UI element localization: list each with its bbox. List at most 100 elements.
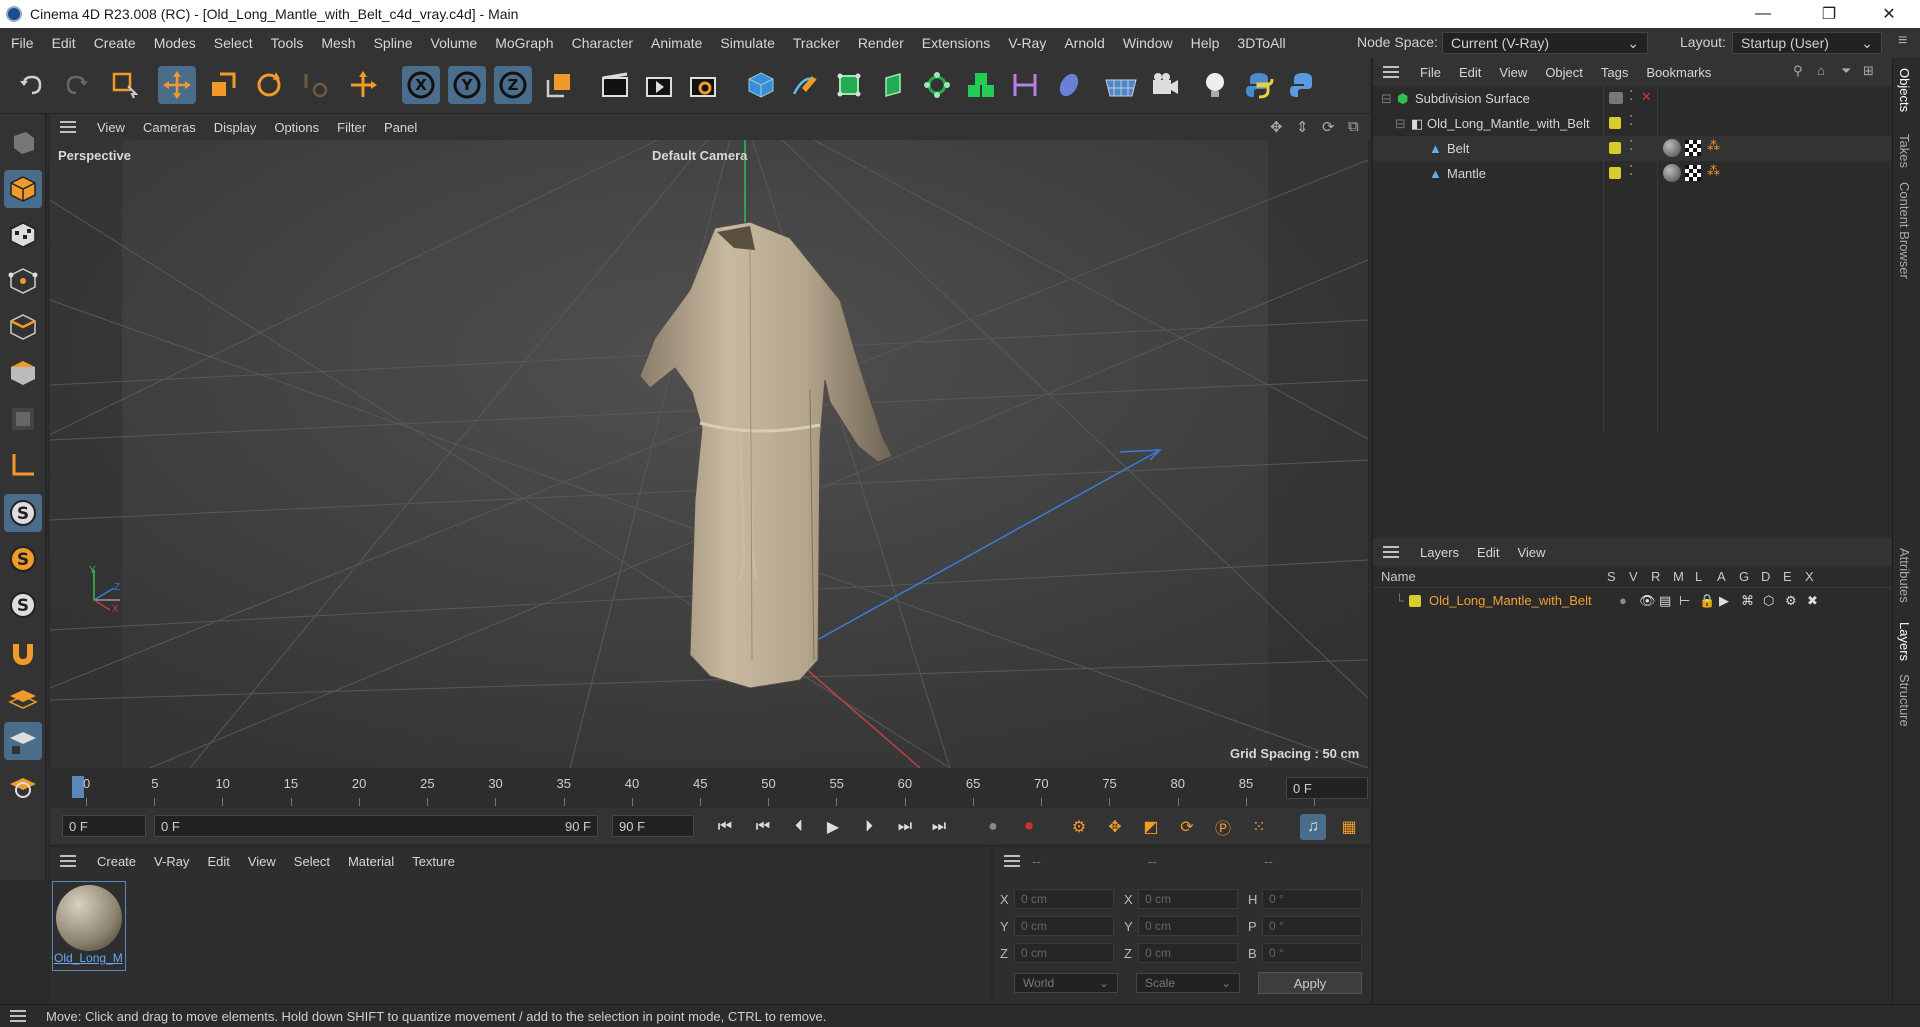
menu-edit[interactable]: Edit bbox=[43, 35, 85, 51]
apply-button[interactable]: Apply bbox=[1258, 972, 1362, 994]
live-selection-button[interactable] bbox=[106, 66, 144, 104]
menu-volume[interactable]: Volume bbox=[422, 35, 487, 51]
coordinate-mode-dropdown[interactable]: Scale ⌄ bbox=[1136, 973, 1240, 993]
uv-mode-button[interactable] bbox=[4, 400, 42, 438]
coordinates-menu-icon[interactable] bbox=[1004, 855, 1020, 867]
objects-menu-view[interactable]: View bbox=[1490, 65, 1536, 80]
3d-viewport[interactable]: Perspective Default Camera Grid Spacing … bbox=[50, 140, 1368, 768]
layer-color-swatch[interactable] bbox=[1609, 142, 1621, 154]
menu-help[interactable]: Help bbox=[1182, 35, 1229, 51]
tab-structure[interactable]: Structure bbox=[1897, 674, 1912, 727]
menu-3dtoall[interactable]: 3DToAll bbox=[1228, 35, 1294, 51]
transform-tool-button[interactable] bbox=[344, 66, 382, 104]
layer-row[interactable]: └ Old_Long_Mantle_with_Belt ● 👁 ▤ ⊢ 🔒 ▶ … bbox=[1373, 588, 1893, 613]
cube-object-button[interactable] bbox=[742, 66, 780, 104]
end-frame-field[interactable]: 90 F bbox=[612, 815, 694, 837]
object-row-subdivision[interactable]: ⊟ ⬢ Subdivision Surface ⁚ ✕ bbox=[1373, 86, 1893, 111]
material-menu-view[interactable]: View bbox=[239, 854, 285, 869]
material-menu-select[interactable]: Select bbox=[285, 854, 339, 869]
material-menu-icon[interactable] bbox=[60, 855, 76, 867]
auto-keying-button[interactable]: ⏺ bbox=[1016, 814, 1042, 840]
locked-workplane-button[interactable] bbox=[4, 722, 42, 760]
rotation-p-field[interactable]: 0 ° bbox=[1262, 916, 1362, 936]
position-x-field[interactable]: 0 cm bbox=[1014, 889, 1114, 909]
menu-render[interactable]: Render bbox=[849, 35, 913, 51]
subdivision-generator-button[interactable] bbox=[830, 66, 868, 104]
play-button[interactable]: ▶ bbox=[820, 814, 846, 840]
y-axis-lock-button[interactable]: Y bbox=[448, 66, 486, 104]
undo-button[interactable] bbox=[12, 66, 50, 104]
previous-key-button[interactable]: ⏮ bbox=[750, 814, 776, 840]
layer-manager-menu-icon[interactable] bbox=[1383, 546, 1399, 558]
make-editable-button[interactable] bbox=[4, 124, 42, 162]
viewport-menu-cameras[interactable]: Cameras bbox=[134, 120, 205, 135]
layer-manager-icon[interactable]: ⊢ bbox=[1679, 593, 1699, 609]
record-parameter-icon[interactable]: Ⓟ bbox=[1210, 814, 1236, 840]
layer-animation-icon[interactable]: ▶ bbox=[1719, 593, 1741, 609]
collapse-icon[interactable]: ⊟ bbox=[1373, 91, 1397, 107]
start-frame-field[interactable]: 0 F bbox=[62, 815, 146, 837]
viewport-menu-display[interactable]: Display bbox=[205, 120, 266, 135]
layer-name[interactable]: Old_Long_Mantle_with_Belt bbox=[1429, 593, 1619, 608]
array-cloner-button[interactable] bbox=[918, 66, 956, 104]
rotate-view-button[interactable] bbox=[4, 766, 42, 804]
texture-mode-button[interactable] bbox=[4, 216, 42, 254]
menu-mesh[interactable]: Mesh bbox=[312, 35, 364, 51]
menu-vray[interactable]: V-Ray bbox=[999, 35, 1055, 51]
menu-mograph[interactable]: MoGraph bbox=[486, 35, 562, 51]
timeline-film-icon[interactable]: ▦ bbox=[1336, 814, 1362, 840]
timeline-sound-icon[interactable]: ♫ bbox=[1300, 814, 1326, 840]
layer-expression-icon[interactable]: ⚙ bbox=[1785, 593, 1807, 609]
disabled-x-icon[interactable]: ✕ bbox=[1641, 89, 1652, 105]
tab-attributes[interactable]: Attributes bbox=[1897, 548, 1912, 603]
visibility-dots-icon[interactable]: ⁚ bbox=[1629, 163, 1633, 179]
objects-menu-bookmarks[interactable]: Bookmarks bbox=[1637, 65, 1720, 80]
render-view-button[interactable] bbox=[640, 66, 678, 104]
x-axis-lock-button[interactable]: X bbox=[402, 66, 440, 104]
layer-visibility-eye-icon[interactable]: 👁 bbox=[1639, 593, 1659, 609]
layer-generator-icon[interactable]: ⌘ bbox=[1741, 593, 1763, 609]
tab-objects[interactable]: Objects bbox=[1897, 68, 1912, 112]
previous-frame-button[interactable]: ⏴ bbox=[786, 814, 812, 840]
menu-character[interactable]: Character bbox=[563, 35, 642, 51]
material-menu-material[interactable]: Material bbox=[339, 854, 403, 869]
rotate-tool-button[interactable] bbox=[250, 66, 288, 104]
new-window-icon[interactable]: ⊞ bbox=[1863, 63, 1874, 79]
material-menu-vray[interactable]: V-Ray bbox=[145, 854, 198, 869]
record-position-icon[interactable]: ✥ bbox=[1102, 814, 1128, 840]
menu-spline[interactable]: Spline bbox=[365, 35, 422, 51]
next-frame-button[interactable]: ⏵ bbox=[856, 814, 882, 840]
light-button[interactable] bbox=[1196, 66, 1234, 104]
axis-mode-button[interactable] bbox=[4, 446, 42, 484]
camera-label[interactable]: Default Camera bbox=[652, 148, 747, 163]
layout-dropdown[interactable]: Startup (User) ⌄ bbox=[1732, 32, 1882, 54]
record-pla-icon[interactable]: ⁙ bbox=[1246, 814, 1272, 840]
material-tag-icon[interactable] bbox=[1663, 164, 1681, 182]
layer-solo-icon[interactable]: ● bbox=[1619, 593, 1639, 608]
record-rotation-icon[interactable]: ⟳ bbox=[1174, 814, 1200, 840]
frame-range-slider[interactable]: 0 F 90 F bbox=[154, 815, 598, 837]
menu-tools[interactable]: Tools bbox=[262, 35, 313, 51]
rotation-b-field[interactable]: 0 ° bbox=[1262, 943, 1362, 963]
close-button[interactable]: ✕ bbox=[1866, 0, 1912, 28]
snap-button[interactable]: S bbox=[4, 494, 42, 532]
objects-menu-edit[interactable]: Edit bbox=[1450, 65, 1490, 80]
tab-layers[interactable]: Layers bbox=[1897, 622, 1912, 661]
redo-button[interactable] bbox=[58, 66, 96, 104]
position-y-field[interactable]: 0 cm bbox=[1014, 916, 1114, 936]
camera-button[interactable] bbox=[1146, 66, 1184, 104]
field-button[interactable] bbox=[1050, 66, 1088, 104]
orbit-view-icon[interactable]: ⟳ bbox=[1322, 118, 1335, 136]
layer-deformer-icon[interactable]: ⬡ bbox=[1763, 593, 1785, 609]
layer-color-swatch[interactable] bbox=[1609, 167, 1621, 179]
menu-modes[interactable]: Modes bbox=[145, 35, 205, 51]
workplane-snap-button[interactable]: S bbox=[4, 586, 42, 624]
coordinate-space-dropdown[interactable]: World ⌄ bbox=[1014, 973, 1118, 993]
current-frame-field[interactable]: 0 F bbox=[1286, 777, 1368, 799]
viewport-menu-icon[interactable] bbox=[60, 121, 76, 133]
layers-menu-layers[interactable]: Layers bbox=[1411, 545, 1468, 560]
home-icon[interactable]: ⌂ bbox=[1817, 63, 1825, 78]
layer-lock-icon[interactable]: 🔒 bbox=[1699, 593, 1719, 609]
menu-tracker[interactable]: Tracker bbox=[784, 35, 849, 51]
coordinate-system-button[interactable] bbox=[540, 66, 578, 104]
